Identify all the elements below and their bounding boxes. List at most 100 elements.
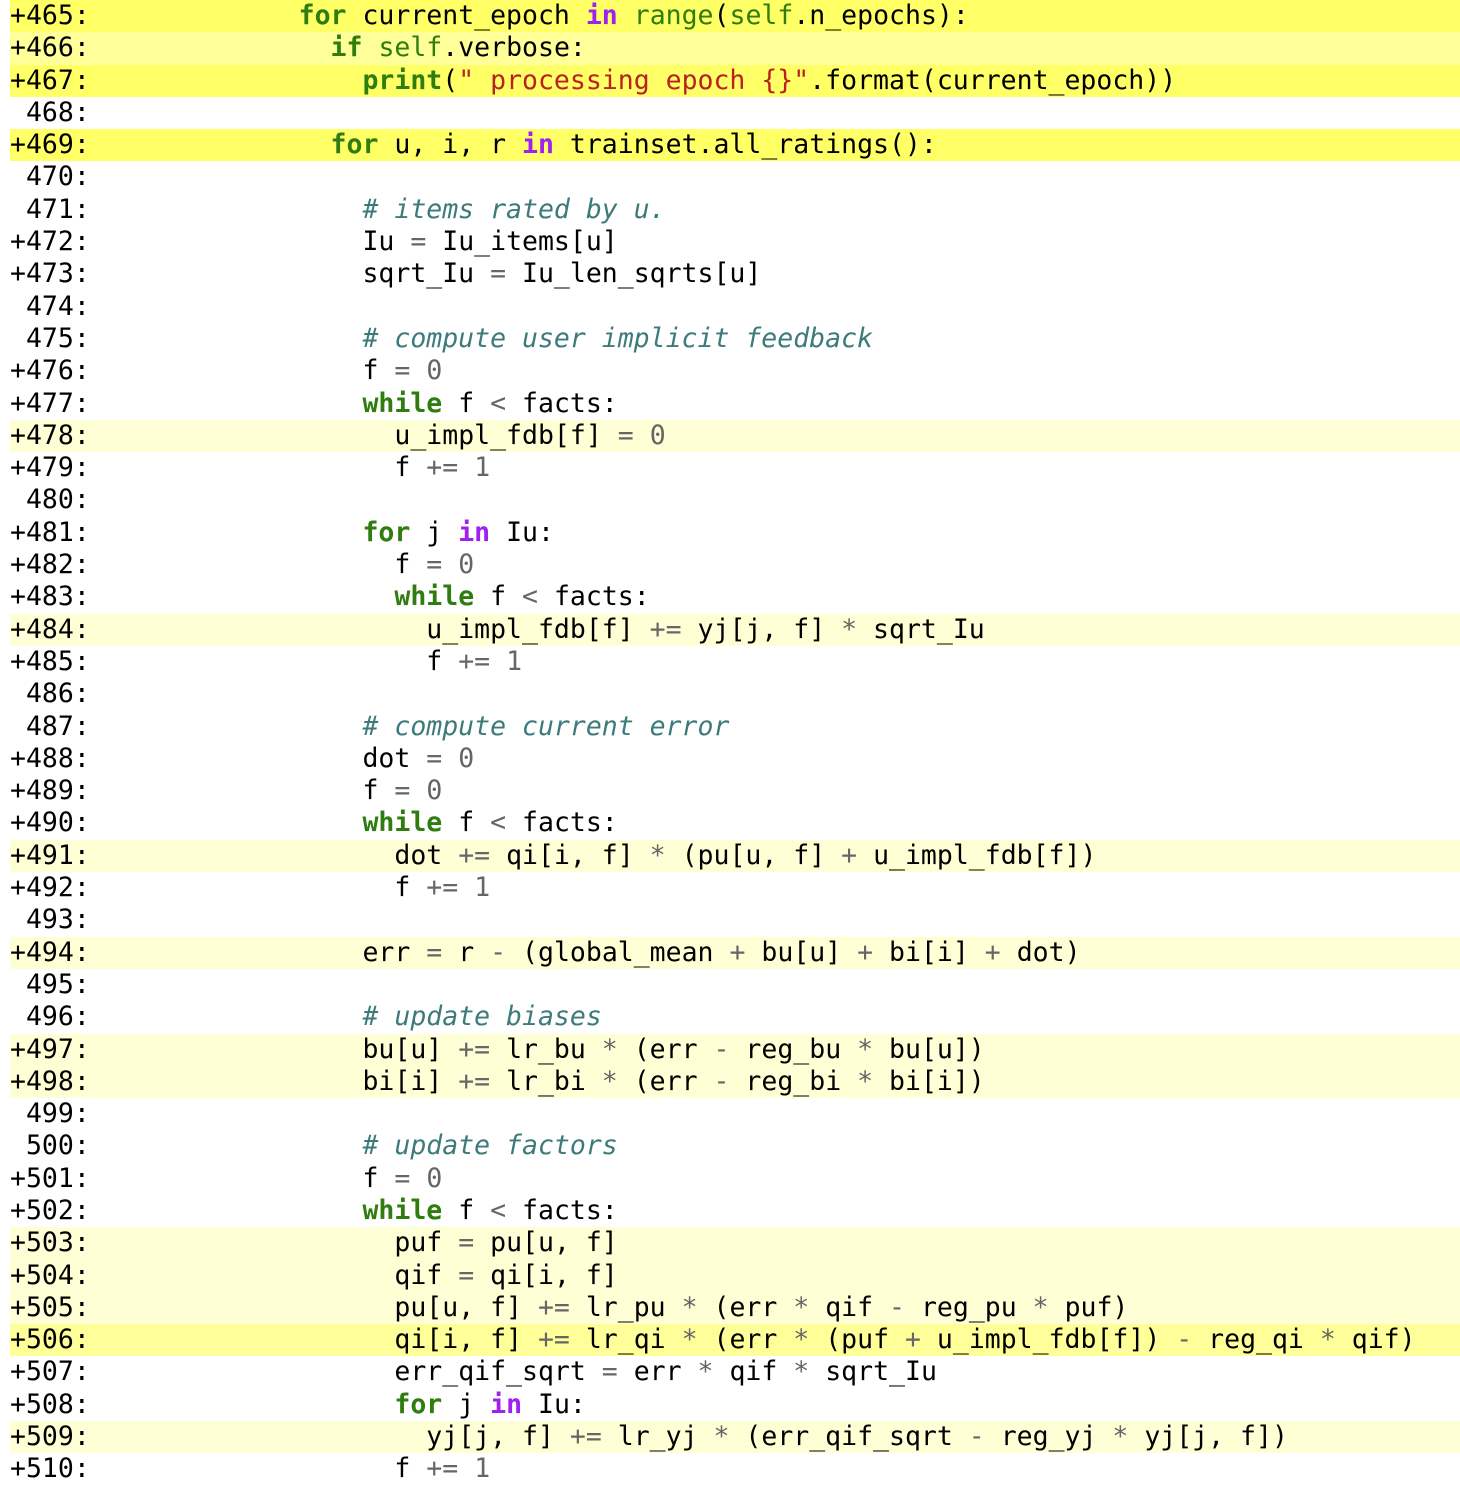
code-token: += bbox=[458, 1033, 491, 1065]
line-number: +482: bbox=[10, 549, 90, 581]
code-token: * bbox=[601, 1033, 618, 1065]
line-number: +466: bbox=[10, 32, 90, 64]
code-token: r bbox=[442, 936, 491, 968]
code-text: pu[u, f] += lr_pu * (err * qif - reg_pu … bbox=[171, 1292, 1128, 1324]
line-number: 487: bbox=[10, 710, 90, 742]
line-number: 480: bbox=[10, 484, 90, 516]
code-token: * bbox=[1032, 1291, 1049, 1323]
code-text: dot += qi[i, f] * (pu[u, f] + u_impl_fdb… bbox=[171, 840, 1096, 872]
code-line: +505: pu[u, f] += lr_pu * (err * qif - r… bbox=[10, 1291, 1460, 1325]
line-number: +494: bbox=[10, 936, 90, 968]
code-token: = bbox=[394, 355, 411, 387]
code-token: Iu_items[u] bbox=[426, 226, 618, 258]
code-token: += bbox=[426, 452, 459, 484]
code-token: qif bbox=[809, 1291, 890, 1323]
line-number: 475: bbox=[10, 322, 90, 354]
code-line: 470: bbox=[10, 161, 1460, 194]
code-line: 471: # items rated by u. bbox=[10, 193, 1460, 227]
code-token: + bbox=[904, 1324, 921, 1356]
code-token: * bbox=[841, 613, 858, 645]
code-token: j bbox=[442, 1388, 491, 1420]
code-token: 1 bbox=[506, 645, 523, 677]
line-number: +506: bbox=[10, 1324, 90, 1356]
code-line: +501: f = 0 bbox=[10, 1162, 1460, 1195]
line-number: 499: bbox=[10, 1098, 90, 1130]
code-line: 499: bbox=[10, 1098, 1460, 1131]
code-text: while f < facts: bbox=[171, 1195, 617, 1227]
code-token: + bbox=[857, 936, 874, 968]
code-token: sqrt_Iu bbox=[362, 258, 491, 290]
code-token: # update biases bbox=[362, 1001, 602, 1033]
code-token: qi[i, f] bbox=[474, 1259, 618, 1291]
code-line: +510: f += 1 bbox=[10, 1453, 1460, 1486]
code-token: for bbox=[330, 129, 379, 161]
code-text: f = 0 bbox=[171, 775, 442, 807]
code-line: +465: for current_epoch in range(self.n_… bbox=[10, 0, 1460, 33]
code-token: facts: bbox=[506, 807, 618, 839]
code-line: 496: # update biases bbox=[10, 1001, 1460, 1034]
code-token: - bbox=[968, 1421, 985, 1453]
code-line: 495: bbox=[10, 968, 1460, 1002]
code-token: f bbox=[394, 549, 427, 581]
code-token: qi[i, f] bbox=[394, 1324, 538, 1356]
line-number: 495: bbox=[10, 968, 90, 1000]
line-number: +497: bbox=[10, 1033, 90, 1065]
code-text: dot = 0 bbox=[171, 743, 474, 775]
code-token: = bbox=[601, 1356, 618, 1388]
code-text: if self.verbose: bbox=[171, 32, 586, 64]
code-token: range bbox=[633, 0, 714, 31]
code-text: for j in Iu: bbox=[171, 1389, 586, 1421]
code-token: += bbox=[569, 1421, 602, 1453]
code-token: reg_yj bbox=[984, 1421, 1113, 1453]
code-token: puf bbox=[394, 1227, 459, 1259]
code-token: .verbose: bbox=[442, 32, 586, 64]
code-token: += bbox=[426, 872, 459, 904]
code-token: lr_yj bbox=[601, 1421, 714, 1453]
line-number: 493: bbox=[10, 904, 90, 936]
code-token: current_epoch bbox=[346, 0, 586, 31]
code-text: err = r - (global_mean + bu[u] + bi[i] +… bbox=[171, 936, 1080, 969]
code-token: if bbox=[330, 32, 363, 64]
code-token: * bbox=[713, 1421, 730, 1453]
line-number: +508: bbox=[10, 1388, 90, 1420]
code-token: 1 bbox=[474, 872, 491, 904]
code-token: * bbox=[793, 1324, 810, 1356]
code-token: puf) bbox=[1048, 1291, 1129, 1323]
code-token: Iu: bbox=[522, 1388, 586, 1420]
line-number: +488: bbox=[10, 742, 90, 774]
line-number: +478: bbox=[10, 419, 90, 451]
line-number: +485: bbox=[10, 645, 90, 677]
code-token: Iu bbox=[362, 226, 411, 258]
code-token: pu[u, f] bbox=[474, 1227, 618, 1259]
code-text: while f < facts: bbox=[171, 387, 617, 420]
code-token: 0 bbox=[426, 355, 443, 387]
code-text: u_impl_fdb[f] += yj[j, f] * sqrt_Iu bbox=[171, 613, 984, 646]
code-token: + bbox=[729, 936, 746, 968]
code-token: = bbox=[410, 226, 427, 258]
code-token: .n_epochs): bbox=[793, 0, 969, 31]
code-text: f = 0 bbox=[171, 549, 474, 581]
code-token: f bbox=[426, 645, 459, 677]
code-line: +497: bu[u] += lr_bu * (err - reg_bu * b… bbox=[10, 1033, 1460, 1066]
code-line: +502: while f < facts: bbox=[10, 1194, 1460, 1228]
code-line: 500: # update factors bbox=[10, 1130, 1460, 1163]
code-token: trainset.all_ratings(): bbox=[553, 129, 937, 161]
code-text: for current_epoch in range(self.n_epochs… bbox=[171, 0, 969, 32]
line-number: +483: bbox=[10, 581, 90, 613]
code-token: facts: bbox=[538, 581, 650, 613]
code-token: print bbox=[362, 64, 443, 96]
code-token: f bbox=[474, 581, 523, 613]
code-text: # compute user implicit feedback bbox=[171, 323, 873, 355]
code-token: .format(current_epoch)) bbox=[809, 64, 1177, 96]
code-token: < bbox=[490, 387, 507, 419]
line-number: +490: bbox=[10, 807, 90, 839]
code-token: u_impl_fdb[f]) bbox=[857, 839, 1097, 871]
line-number: +472: bbox=[10, 226, 90, 258]
code-token: = bbox=[617, 419, 634, 451]
line-number: 470: bbox=[10, 161, 90, 193]
